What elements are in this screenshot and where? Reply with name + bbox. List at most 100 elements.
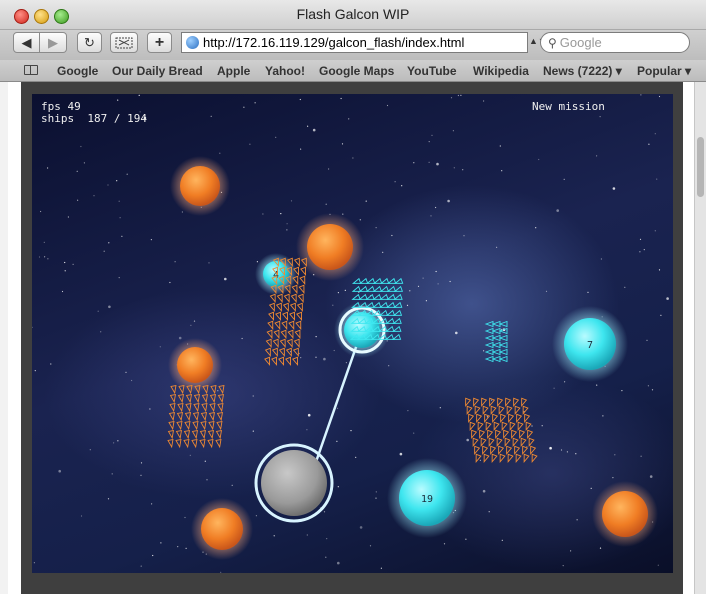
- ship: [290, 293, 297, 304]
- ship: [177, 394, 184, 404]
- search-field[interactable]: ⚲ Google: [540, 32, 690, 53]
- ship: [278, 347, 285, 358]
- planet-enemy-5[interactable]: [592, 481, 658, 547]
- ship: [215, 430, 222, 440]
- game-field: 4 7 19: [167, 156, 658, 560]
- search-placeholder: Google: [559, 35, 602, 50]
- reload-button[interactable]: ↻: [77, 32, 102, 53]
- ship: [185, 403, 192, 413]
- planet-enemy-1[interactable]: [170, 156, 230, 216]
- ship: [209, 394, 216, 404]
- bookmark-news[interactable]: News (7222) ▾: [543, 64, 622, 78]
- forward-button[interactable]: ▶: [40, 32, 67, 53]
- bookmark-our-daily-bread[interactable]: Our Daily Bread: [112, 64, 203, 78]
- ship: [509, 421, 516, 432]
- ship: [291, 284, 298, 295]
- ship: [507, 453, 514, 464]
- ship: [280, 329, 287, 340]
- new-mission-button[interactable]: New mission: [532, 100, 605, 113]
- ship: [294, 329, 301, 340]
- ship: [267, 320, 274, 331]
- bookmark-youtube[interactable]: YouTube: [407, 64, 457, 78]
- bookmark-popular[interactable]: Popular ▾: [637, 64, 691, 78]
- ship: [530, 445, 537, 456]
- ship: [175, 430, 182, 440]
- ship: [208, 421, 215, 431]
- ship: [185, 394, 192, 404]
- browser-toolbar: ◀ ▶ ↻ + http://172.16.119.129/galcon_fla…: [0, 30, 706, 60]
- ship: [511, 429, 518, 440]
- ship: [525, 421, 532, 432]
- ship: [183, 430, 190, 440]
- bookmark-apple[interactable]: Apple: [217, 64, 250, 78]
- planet-enemy-3[interactable]: [168, 338, 222, 392]
- ship: [498, 355, 508, 363]
- ship: [496, 437, 503, 448]
- ship: [498, 341, 508, 349]
- ship: [193, 403, 200, 413]
- bookmark-wikipedia[interactable]: Wikipedia: [473, 64, 529, 78]
- ship: [490, 405, 497, 416]
- ship: [298, 284, 305, 295]
- ship: [472, 437, 479, 448]
- ship: [265, 338, 272, 349]
- ship: [516, 413, 523, 424]
- ship: [167, 430, 174, 440]
- bookmarks-book-icon[interactable]: [24, 65, 38, 75]
- vertical-scrollbar[interactable]: [694, 82, 706, 594]
- bookmark-yahoo[interactable]: Yahoo!: [265, 64, 305, 78]
- bookmarks-bar: Google Our Daily Bread Apple Yahoo! Goog…: [0, 60, 706, 82]
- ship: [216, 421, 223, 431]
- planet-player-7[interactable]: 7: [552, 306, 628, 382]
- ship: [209, 403, 216, 413]
- add-bookmark-button[interactable]: +: [147, 32, 172, 53]
- ship: [282, 302, 289, 313]
- title-bar: Flash Galcon WIP: [0, 0, 706, 30]
- ship: [468, 413, 475, 424]
- ship: [276, 293, 283, 304]
- url-text: http://172.16.119.129/galcon_flash/index…: [203, 35, 465, 50]
- ship: [519, 429, 526, 440]
- ship: [201, 403, 208, 413]
- ship: [469, 421, 476, 432]
- bookmark-google-maps[interactable]: Google Maps: [319, 64, 394, 78]
- planet-player-19[interactable]: 19: [387, 458, 467, 538]
- ship: [351, 293, 361, 300]
- ship: [200, 412, 207, 422]
- ship: [216, 412, 223, 422]
- ship: [275, 311, 282, 322]
- ship: [192, 421, 199, 431]
- back-button[interactable]: ◀: [13, 32, 40, 53]
- page-left-margin: [0, 82, 8, 594]
- ship: [477, 421, 484, 432]
- planet-enemy-2[interactable]: [296, 213, 364, 281]
- address-bar[interactable]: http://172.16.119.129/galcon_flash/index…: [181, 32, 528, 53]
- planet-neutral-target[interactable]: [254, 443, 334, 523]
- window-title: Flash Galcon WIP: [296, 6, 410, 22]
- game-canvas[interactable]: 4 7 19 fps 49 ships 187 / 194 New missio…: [32, 94, 673, 573]
- ship: [498, 320, 508, 328]
- ship: [297, 293, 304, 304]
- bookmark-google[interactable]: Google: [57, 64, 98, 78]
- ship: [175, 439, 182, 449]
- ship: [293, 338, 300, 349]
- planet-enemy-4[interactable]: [191, 498, 253, 560]
- webclip-button[interactable]: [110, 32, 138, 53]
- ship: [193, 394, 200, 404]
- ship: [493, 421, 500, 432]
- ship: [522, 405, 529, 416]
- ship: [524, 413, 531, 424]
- ship: [283, 293, 290, 304]
- scrollbar-thumb[interactable]: [697, 137, 704, 197]
- ship: [299, 275, 306, 286]
- ship: [498, 334, 508, 342]
- ship: [266, 329, 273, 340]
- ship: [512, 437, 519, 448]
- ship: [288, 320, 295, 331]
- ship: [208, 412, 215, 422]
- ship: [531, 453, 538, 464]
- ship: [168, 412, 175, 422]
- ship: [492, 413, 499, 424]
- ship: [523, 453, 530, 464]
- ship: [169, 394, 176, 404]
